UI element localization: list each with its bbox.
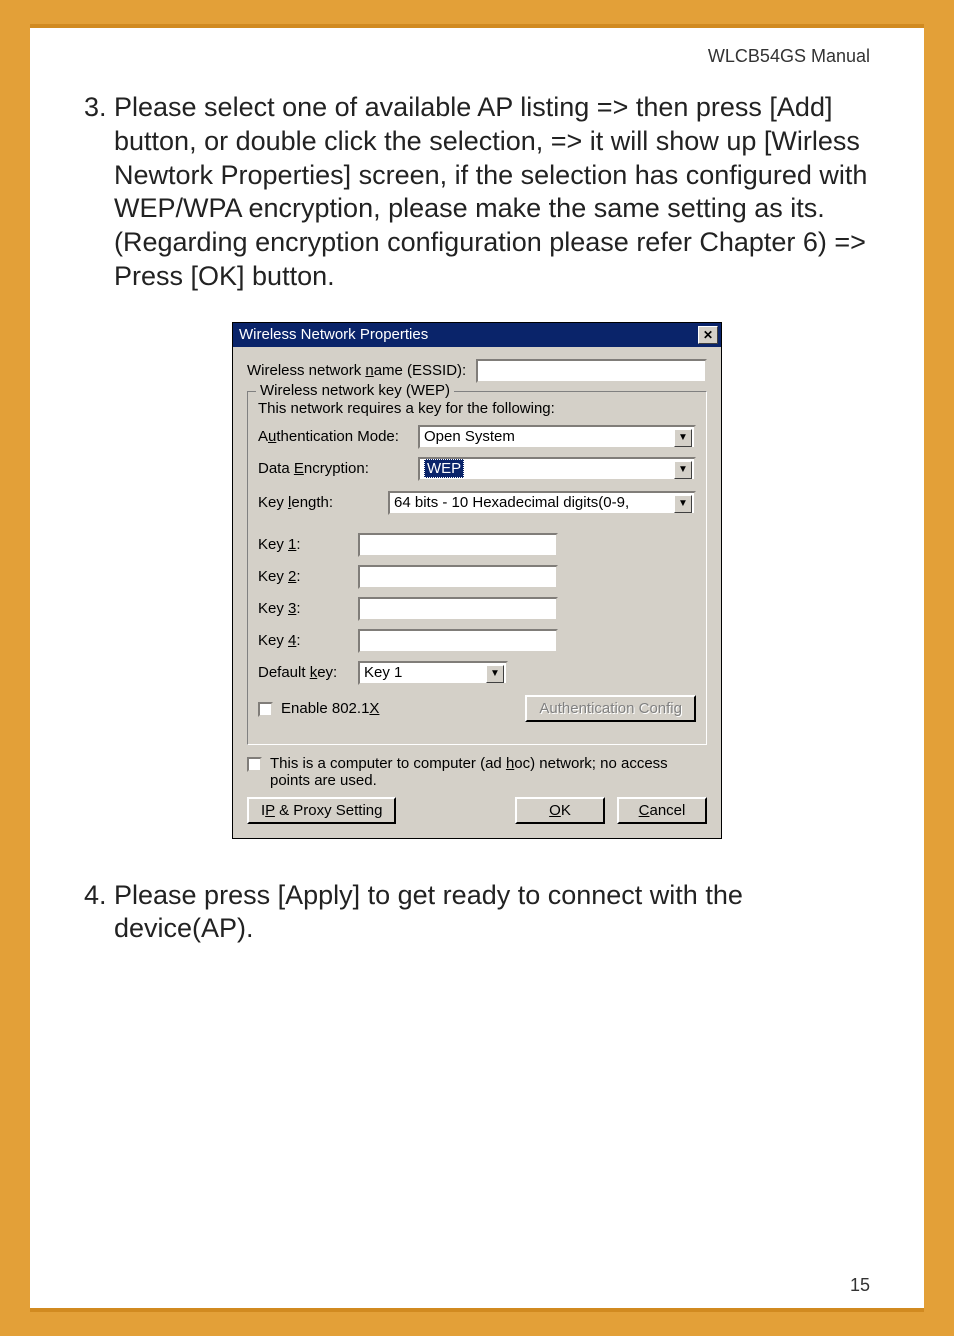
key-length-select[interactable]: 64 bits - 10 Hexadecimal digits(0-9, ▼ xyxy=(388,491,696,515)
chevron-down-icon[interactable]: ▼ xyxy=(674,495,692,513)
dialog-titlebar: Wireless Network Properties ✕ xyxy=(233,323,721,347)
ip-proxy-setting-button[interactable]: IP & Proxy Setting xyxy=(247,797,396,824)
key4-label: Key 4: xyxy=(258,632,358,649)
key-length-label: Key length: xyxy=(258,494,388,511)
ok-button[interactable]: OK xyxy=(515,797,605,824)
chevron-down-icon[interactable]: ▼ xyxy=(674,429,692,447)
instruction-step-4: 4. Please press [Apply] to get ready to … xyxy=(84,879,870,947)
manual-title: WLCB54GS Manual xyxy=(84,46,870,67)
enable-8021x-checkbox[interactable] xyxy=(258,702,273,717)
essid-input[interactable] xyxy=(476,359,707,383)
wep-group-desc: This network requires a key for the foll… xyxy=(258,400,696,417)
step-number: 3. xyxy=(84,91,114,294)
key1-label: Key 1: xyxy=(258,536,358,553)
step-number: 4. xyxy=(84,879,114,947)
key3-label: Key 3: xyxy=(258,600,358,617)
wep-group-legend: Wireless network key (WEP) xyxy=(256,382,454,399)
data-encryption-select[interactable]: WEP ▼ xyxy=(418,457,696,481)
wep-group: Wireless network key (WEP) This network … xyxy=(247,391,707,745)
key2-label: Key 2: xyxy=(258,568,358,585)
authentication-config-button: Authentication Config xyxy=(525,695,696,722)
dialog-title: Wireless Network Properties xyxy=(239,326,428,343)
step-text: Please press [Apply] to get ready to con… xyxy=(114,879,870,947)
enable-8021x-label: Enable 802.1X xyxy=(281,700,379,717)
key1-input[interactable] xyxy=(358,533,558,557)
default-key-select[interactable]: Key 1 ▼ xyxy=(358,661,508,685)
key3-input[interactable] xyxy=(358,597,558,621)
essid-label: Wireless network name (ESSID): xyxy=(247,362,466,379)
key4-input[interactable] xyxy=(358,629,558,653)
adhoc-label: This is a computer to computer (ad hoc) … xyxy=(270,755,707,789)
default-key-label: Default key: xyxy=(258,664,358,681)
chevron-down-icon[interactable]: ▼ xyxy=(674,461,692,479)
step-text: Please select one of available AP listin… xyxy=(114,91,870,294)
instruction-step-3: 3. Please select one of available AP lis… xyxy=(84,91,870,294)
page-number: 15 xyxy=(850,1275,870,1296)
chevron-down-icon[interactable]: ▼ xyxy=(486,665,504,683)
wireless-network-properties-dialog: Wireless Network Properties ✕ Wireless n… xyxy=(232,322,722,839)
auth-mode-select[interactable]: Open System ▼ xyxy=(418,425,696,449)
cancel-button[interactable]: Cancel xyxy=(617,797,707,824)
data-encryption-label: Data Encryption: xyxy=(258,460,418,477)
auth-mode-label: Authentication Mode: xyxy=(258,428,418,445)
key2-input[interactable] xyxy=(358,565,558,589)
adhoc-checkbox[interactable] xyxy=(247,757,262,772)
close-icon[interactable]: ✕ xyxy=(698,326,718,344)
